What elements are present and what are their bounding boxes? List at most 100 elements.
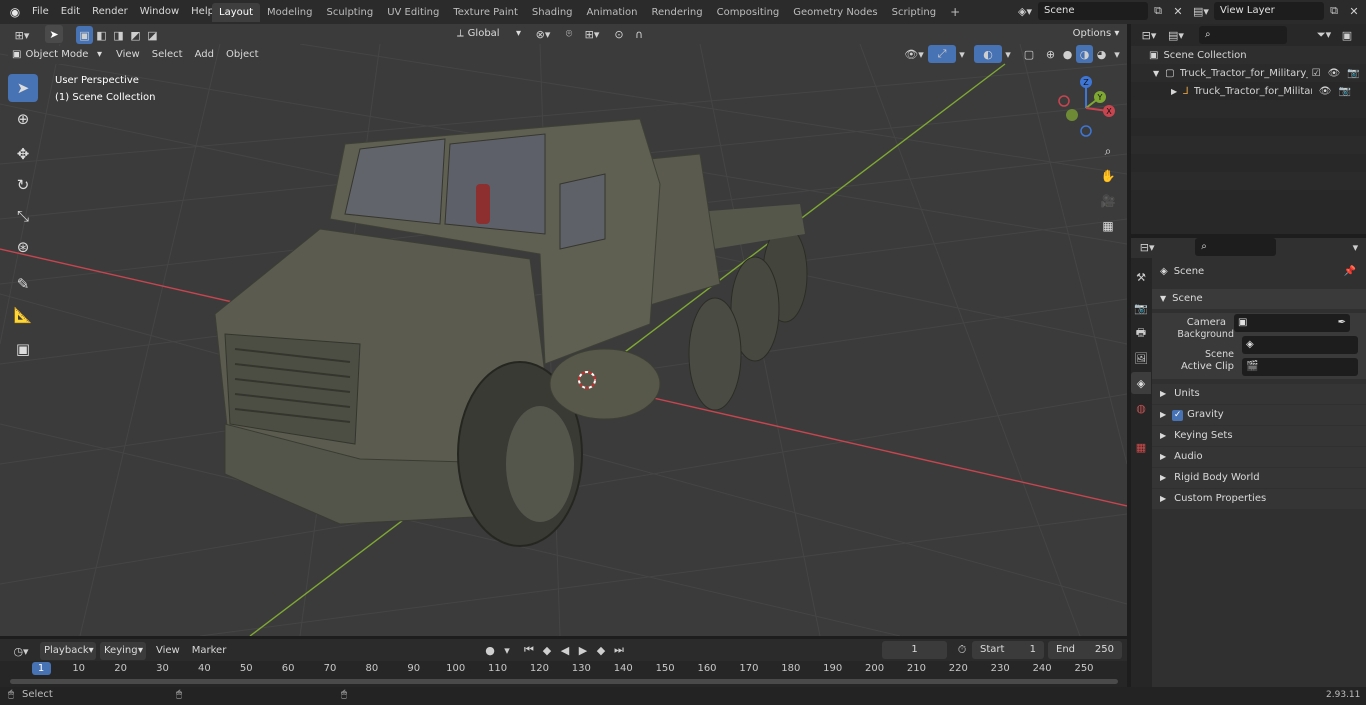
scene-name-field[interactable]: Scene [1038,2,1148,20]
view-layer-tab-icon[interactable]: 🖼 [1131,347,1151,369]
menu-edit[interactable]: Edit [55,2,86,22]
view-layer-browse-icon[interactable]: ▤▾ [1188,2,1214,20]
tab-scripting[interactable]: Scripting [885,3,943,22]
play-reverse-icon[interactable]: ◀ [556,641,574,659]
view-layer-field[interactable]: View Layer [1214,2,1324,20]
tab-compositing[interactable]: Compositing [710,3,787,22]
timeline-scrollbar[interactable] [10,679,1118,684]
proportional-edit-icon[interactable]: ⊙ [609,25,629,43]
blender-logo-icon[interactable]: ◉ [6,3,24,21]
ortho-grid-icon[interactable]: ▦ [1097,215,1119,237]
expand-arrow-icon[interactable]: ▶ [1171,87,1177,96]
panel-units[interactable]: ▶ Units [1152,384,1366,404]
tab-texture-paint[interactable]: Texture Paint [446,3,525,22]
new-collection-icon[interactable]: ▣ [1337,26,1357,44]
select-invert-icon[interactable]: ◩ [127,26,144,44]
move-tool-icon[interactable]: ✥ [8,140,38,168]
properties-editor-icon[interactable]: ⊟▾ [1135,238,1159,256]
frame-ruler[interactable]: 1 10 20 30 40 50 60 70 80 90 100 110 120 130 140 150 160… [0,661,1127,687]
camera-icon[interactable]: 📷 [1338,86,1350,97]
snap-toggle-icon[interactable]: ⌾ [559,25,579,43]
camera-view-icon[interactable]: 🎥 [1097,190,1119,212]
outliner-search-input[interactable]: ⌕ [1199,26,1287,44]
outliner-row-object[interactable]: ▶ ⅃ Truck_Tractor_for_Militan 👁 📷 [1171,83,1363,99]
chevron-down-icon[interactable]: ▾ [1110,45,1124,63]
select-tool-icon[interactable]: ➤ [45,25,63,43]
viewport-menu-add[interactable]: Add [189,45,220,65]
tab-geometry-nodes[interactable]: Geometry Nodes [786,3,884,22]
background-scene-field[interactable]: ◈ [1242,336,1358,354]
output-tab-icon[interactable]: 🖶 [1131,322,1151,344]
camera-icon[interactable]: 📷 [1347,68,1359,79]
add-cube-tool-icon[interactable]: ▣ [8,335,38,363]
end-frame-field[interactable]: End 250 [1048,641,1122,659]
rendered-shading-icon[interactable]: ◕ [1093,45,1110,63]
expand-arrow-icon[interactable]: ▼ [1153,69,1159,78]
mode-dropdown[interactable]: ▣ Object Mode ▾ [8,46,106,64]
world-tab-icon[interactable]: ◍ [1131,397,1151,419]
select-new-icon[interactable]: ▣ [76,26,93,44]
scene-browse-icon[interactable]: ◈▾ [1012,2,1038,20]
tab-sculpting[interactable]: Sculpting [320,3,381,22]
active-clip-field[interactable]: 🎬 [1242,358,1358,376]
wireframe-shading-icon[interactable]: ⊕ [1042,45,1059,63]
outliner-editor-icon[interactable]: ⊟▾ [1135,26,1163,44]
filter-icon[interactable]: ⏷▾ [1311,26,1337,44]
tab-modeling[interactable]: Modeling [260,3,320,22]
timeline-menu-marker[interactable]: Marker [186,641,233,661]
menu-window[interactable]: Window [134,2,185,22]
play-icon[interactable]: ▶ [574,641,592,659]
tab-shading[interactable]: Shading [525,3,580,22]
rotate-tool-icon[interactable]: ↻ [8,171,38,199]
panel-custom-properties[interactable]: ▶ Custom Properties [1152,489,1366,509]
current-frame-field[interactable]: 1 [882,641,947,659]
truck-model[interactable] [214,118,808,547]
editor-type-icon[interactable]: ⊞▾ [8,26,36,44]
timeline-editor-icon[interactable]: ◷▾ [8,642,34,660]
playback-menu[interactable]: Playback ▾ [40,642,96,660]
select-extend-icon[interactable]: ◧ [93,26,110,44]
delete-view-layer-icon[interactable]: ✕ [1344,2,1364,20]
material-shading-icon[interactable]: ◑ [1076,45,1093,63]
viewport-menu-view[interactable]: View [110,45,146,65]
tab-uv-editing[interactable]: UV Editing [380,3,446,22]
tab-layout[interactable]: Layout [212,3,260,22]
tool-tab-icon[interactable]: ⚒ [1131,266,1151,288]
chevron-down-icon[interactable]: ▾ [1002,45,1014,63]
outliner-row-collection[interactable]: ▼ ▢ Truck_Tractor_for_Military_Pu ☑ 👁 📷 [1153,65,1363,81]
display-mode-icon[interactable]: ▤▾ [1163,26,1189,44]
scene-tab-icon[interactable]: ◈ [1131,372,1151,394]
viewport-menu-object[interactable]: Object [220,45,265,65]
checkbox-icon[interactable]: ☑ [1312,68,1321,79]
overlays-toggle-icon[interactable]: ◐ [974,45,1002,63]
scene-panel-header[interactable]: ▼ Scene [1152,289,1366,309]
stopwatch-icon[interactable]: ⏱ [952,641,972,659]
visibility-icon[interactable]: 👁▾ [900,45,928,63]
jump-end-icon[interactable]: ⏭ [610,641,628,659]
next-keyframe-icon[interactable]: ◆ [592,641,610,659]
eyedropper-icon[interactable]: ✒ [1338,314,1346,332]
scale-tool-icon[interactable]: ⤡ [8,202,38,230]
outliner-row-scene-collection[interactable]: ▣ Scene Collection [1149,47,1247,63]
tab-animation[interactable]: Animation [580,3,645,22]
annotate-tool-icon[interactable]: ✎ [8,270,38,298]
camera-field[interactable]: ▣ ✒ [1234,314,1350,332]
xray-toggle-icon[interactable]: ▢ [1020,45,1038,63]
snap-target-icon[interactable]: ⊞▾ [579,25,605,43]
chevron-down-icon[interactable]: ▾ [500,641,514,659]
menu-render[interactable]: Render [86,2,134,22]
pan-hand-icon[interactable]: ✋ [1097,165,1119,187]
panel-rigid-body-world[interactable]: ▶ Rigid Body World [1152,468,1366,488]
eye-icon[interactable]: 👁 [1319,86,1332,97]
measure-tool-icon[interactable]: 📐 [8,301,38,329]
gizmo-toggle-icon[interactable]: ⤢ [928,45,956,63]
add-workspace-icon[interactable]: + [943,3,967,22]
delete-scene-icon[interactable]: ✕ [1168,2,1188,20]
transform-orientation-dropdown[interactable]: ⟂ Global ▾ [453,25,525,43]
keying-menu[interactable]: Keying ▾ [100,642,146,660]
panel-audio[interactable]: ▶ Audio [1152,447,1366,467]
prev-keyframe-icon[interactable]: ◆ [538,641,556,659]
new-scene-icon[interactable]: ⧉ [1148,2,1168,20]
render-tab-icon[interactable]: 📷 [1131,297,1151,319]
chevron-down-icon[interactable]: ▾ [1347,238,1364,256]
